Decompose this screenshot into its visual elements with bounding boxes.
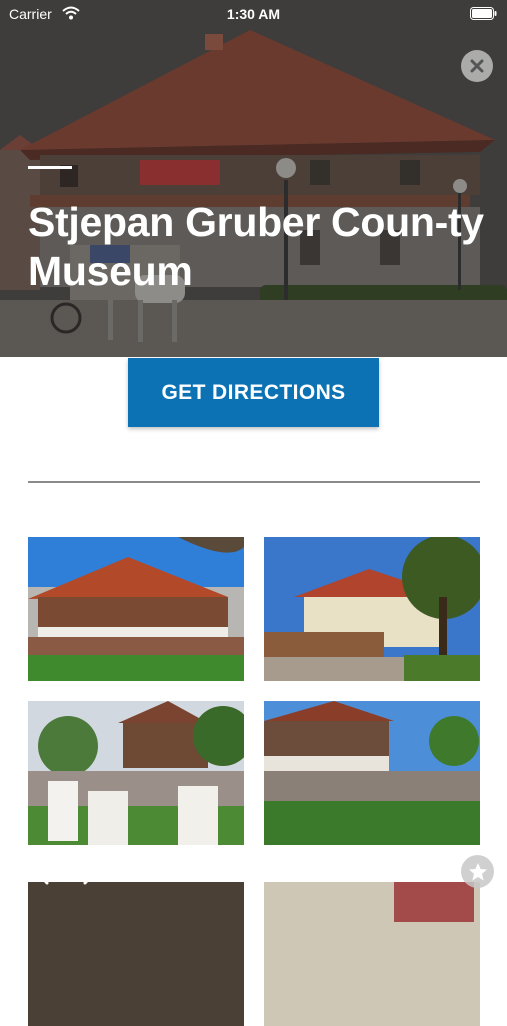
- close-button[interactable]: [461, 50, 493, 82]
- chevron-left-icon: [34, 857, 49, 885]
- battery-icon: [470, 7, 497, 23]
- gallery-photo-1[interactable]: [28, 537, 244, 681]
- gallery-photo-6[interactable]: [264, 882, 480, 1026]
- gallery-photo-4[interactable]: [264, 701, 480, 845]
- section-divider: [28, 481, 480, 483]
- previous-button[interactable]: [32, 856, 52, 891]
- gallery-photo-3[interactable]: [28, 701, 244, 845]
- page-title: Stjepan Gruber Coun-ty Museum: [28, 199, 484, 294]
- hero-header: Carrier 1:30 AM Stjepan Gruber Coun-ty M…: [0, 0, 507, 357]
- chevron-right-icon: [83, 857, 98, 885]
- title-accent-line: [28, 166, 72, 169]
- status-bar: Carrier 1:30 AM: [0, 0, 507, 28]
- hero-photo: [0, 0, 507, 357]
- close-icon: [470, 59, 484, 73]
- gallery-photo-5[interactable]: [28, 882, 244, 1026]
- gallery-photo-2[interactable]: [264, 537, 480, 681]
- star-icon: [468, 862, 487, 880]
- favorite-button[interactable]: [461, 855, 494, 888]
- next-button[interactable]: [80, 856, 100, 891]
- status-time: 1:30 AM: [226, 6, 281, 22]
- get-directions-button[interactable]: GET DIRECTIONS: [128, 358, 379, 427]
